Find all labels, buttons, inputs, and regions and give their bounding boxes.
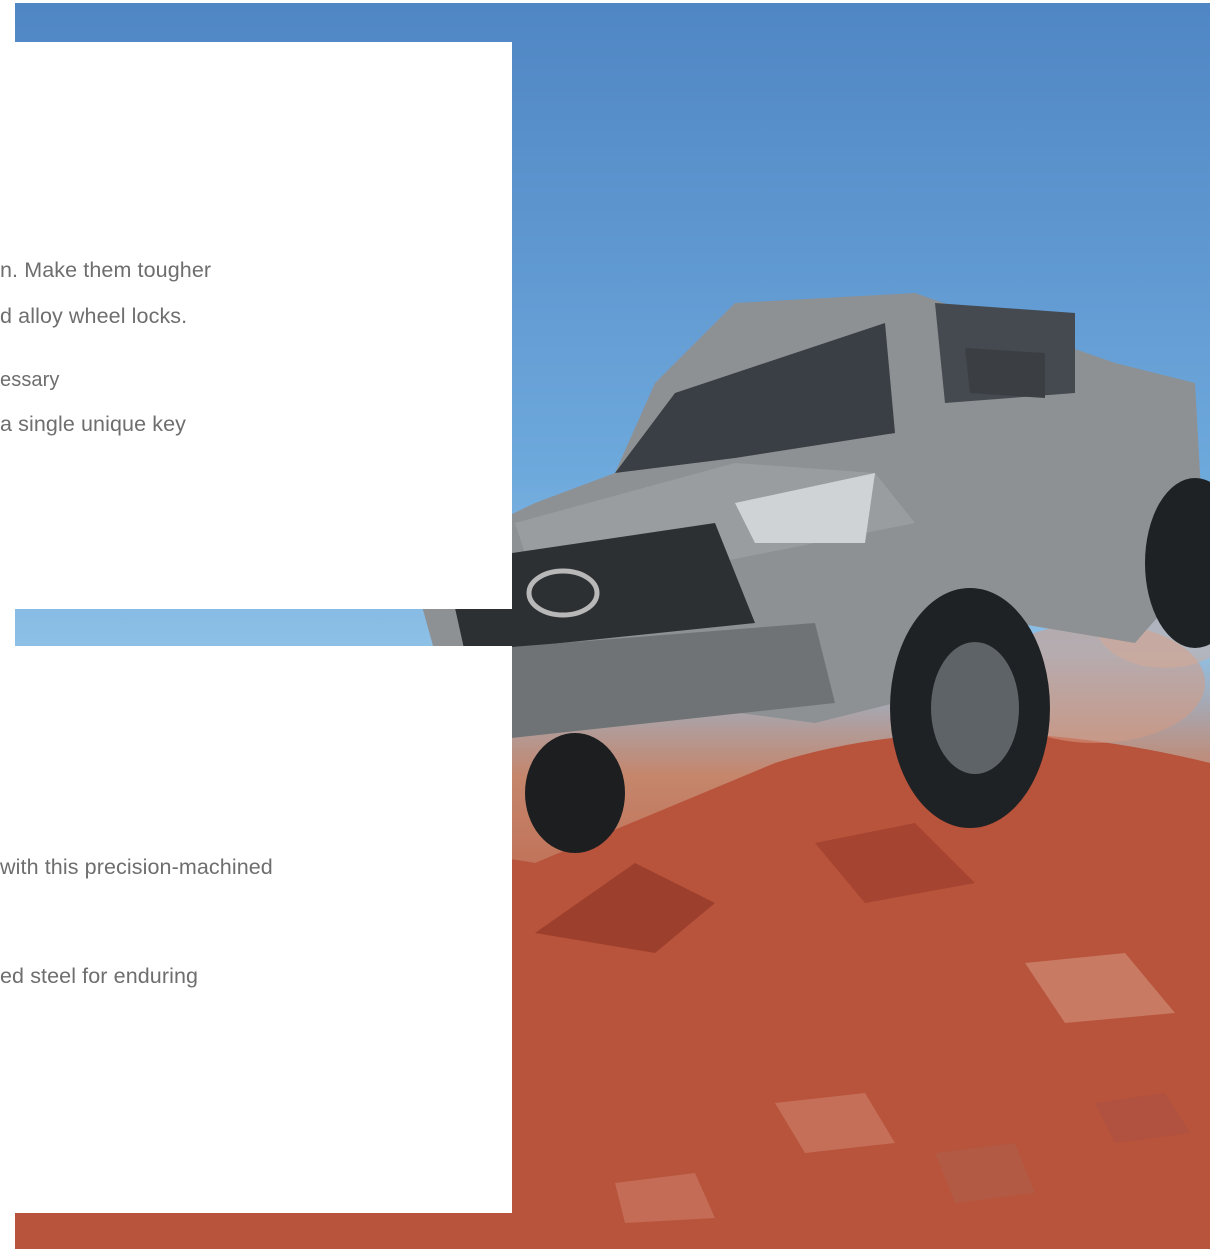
panel-top-line-3: essary (0, 369, 60, 391)
hidden-wheel (525, 733, 625, 853)
side-mirror (965, 348, 1045, 398)
panel-bottom-line-1: with this precision-machined (0, 855, 273, 879)
content-panel-top: n. Make them tougher d alloy wheel locks… (0, 42, 512, 609)
panel-bottom-line-2: ed steel for enduring (0, 964, 199, 988)
panel-top-line-2: d alloy wheel locks. (0, 304, 188, 328)
panel-top-line-4: a single unique key (0, 412, 186, 436)
panel-top-line-1: n. Make them tougher (0, 258, 212, 282)
content-panel-bottom: with this precision-machined ed steel fo… (0, 646, 512, 1213)
